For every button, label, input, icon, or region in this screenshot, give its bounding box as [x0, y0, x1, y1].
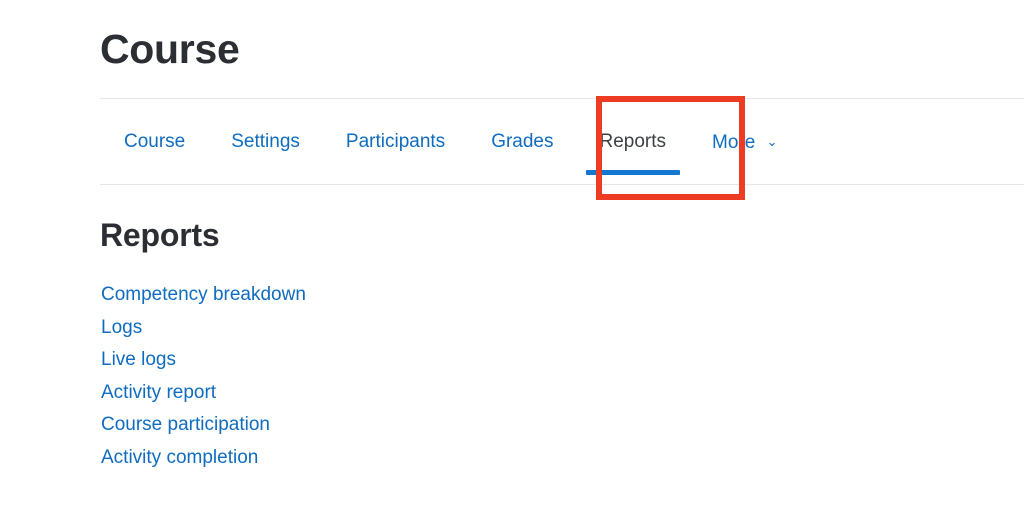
tab-settings-label: Settings	[231, 131, 300, 152]
list-item: Competency breakdown	[101, 279, 306, 312]
list-item: Logs	[101, 312, 306, 345]
report-link-logs[interactable]: Logs	[101, 312, 142, 345]
tab-more[interactable]: More ⌄	[689, 99, 800, 184]
report-link-course-participation[interactable]: Course participation	[101, 409, 270, 442]
tab-more-label: More	[712, 132, 756, 153]
page-title: Course	[100, 26, 240, 72]
tab-course[interactable]: Course	[100, 99, 208, 184]
tab-course-label: Course	[124, 131, 186, 152]
report-link-activity-completion[interactable]: Activity completion	[101, 442, 258, 475]
active-tab-underline	[585, 170, 681, 175]
tabbar-bottom-divider	[100, 184, 1024, 185]
course-reports-page: Course Course Settings Participants Grad…	[0, 0, 1024, 513]
tab-grades[interactable]: Grades	[468, 99, 576, 184]
report-link-activity-report[interactable]: Activity report	[101, 377, 216, 410]
list-item: Activity report	[101, 377, 306, 410]
tab-settings[interactable]: Settings	[208, 99, 323, 184]
reports-link-list: Competency breakdown Logs Live logs Acti…	[101, 279, 306, 474]
tab-participants[interactable]: Participants	[323, 99, 468, 184]
list-item: Live logs	[101, 344, 306, 377]
report-link-live-logs[interactable]: Live logs	[101, 344, 176, 377]
tab-reports[interactable]: Reports	[577, 99, 690, 184]
tab-reports-label: Reports	[599, 131, 667, 152]
reports-section-heading: Reports	[100, 217, 220, 253]
list-item: Course participation	[101, 409, 306, 442]
chevron-down-icon: ⌄	[766, 134, 778, 149]
tab-participants-label: Participants	[345, 131, 446, 152]
list-item: Activity completion	[101, 442, 306, 475]
course-tab-nav: Course Settings Participants Grades Repo…	[100, 99, 801, 184]
report-link-competency-breakdown[interactable]: Competency breakdown	[101, 279, 306, 312]
tab-grades-label: Grades	[491, 131, 554, 152]
